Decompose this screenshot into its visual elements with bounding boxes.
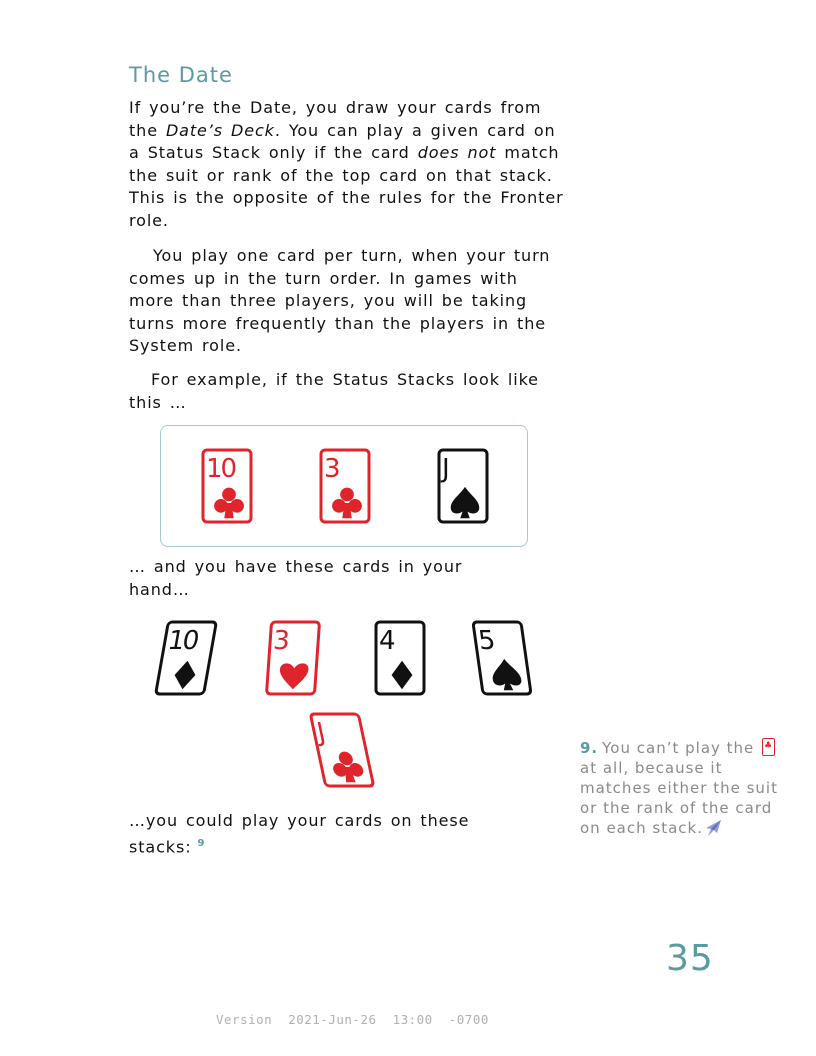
section-heading: The Date bbox=[129, 63, 233, 87]
card-rank: 4 bbox=[379, 626, 395, 656]
version-stamp: Version 2021-Jun-26 13:00 -0700 bbox=[216, 1012, 489, 1027]
card-rank: 3 bbox=[324, 454, 339, 484]
footnote-number: 9. bbox=[580, 739, 599, 757]
footnote-text-b: at all, because it matches either the su… bbox=[580, 759, 778, 837]
footnote-ref[interactable]: 9 bbox=[198, 838, 206, 849]
footnote: 9.You can’t play the at all, because it … bbox=[580, 738, 780, 838]
bird-icon bbox=[705, 820, 721, 836]
card-j-of-clubs: J bbox=[309, 712, 375, 788]
dates-deck-term: Date’s Deck bbox=[165, 120, 275, 140]
card-rank: 10 bbox=[206, 454, 236, 484]
card-3-of-clubs: 3 bbox=[319, 448, 371, 524]
paragraph-turns: You play one card per turn, when your tu… bbox=[129, 246, 551, 355]
footnote-text-a: You can’t play the bbox=[602, 739, 755, 757]
card-rank: J bbox=[440, 454, 448, 484]
card-rank: 3 bbox=[272, 626, 289, 656]
status-stacks-box: 10 3 J bbox=[160, 425, 528, 547]
paragraph-example: For example, if the Status Stacks look l… bbox=[129, 370, 539, 412]
card-rank: 10 bbox=[165, 626, 200, 656]
card-10-of-clubs: 10 bbox=[201, 448, 253, 524]
jack-of-clubs-icon bbox=[762, 738, 776, 756]
paragraph-stacks: …you could play your cards on these stac… bbox=[129, 810, 529, 858]
card-4-of-diamonds: 4 bbox=[374, 620, 426, 696]
text: …you could play your cards on these stac… bbox=[129, 811, 470, 856]
does-not-term: does not bbox=[417, 143, 497, 162]
page-number: 35 bbox=[666, 938, 714, 979]
card-3-of-hearts: 3 bbox=[265, 620, 321, 696]
paragraph-hand: … and you have these cards in your hand… bbox=[129, 557, 463, 599]
card-j-of-spades: J bbox=[437, 448, 489, 524]
card-5-of-spades: 5 bbox=[471, 620, 533, 696]
paragraph-rules: If you’re the Date, you draw your cards … bbox=[129, 97, 569, 232]
card-10-of-diamonds: 10 bbox=[154, 620, 218, 696]
